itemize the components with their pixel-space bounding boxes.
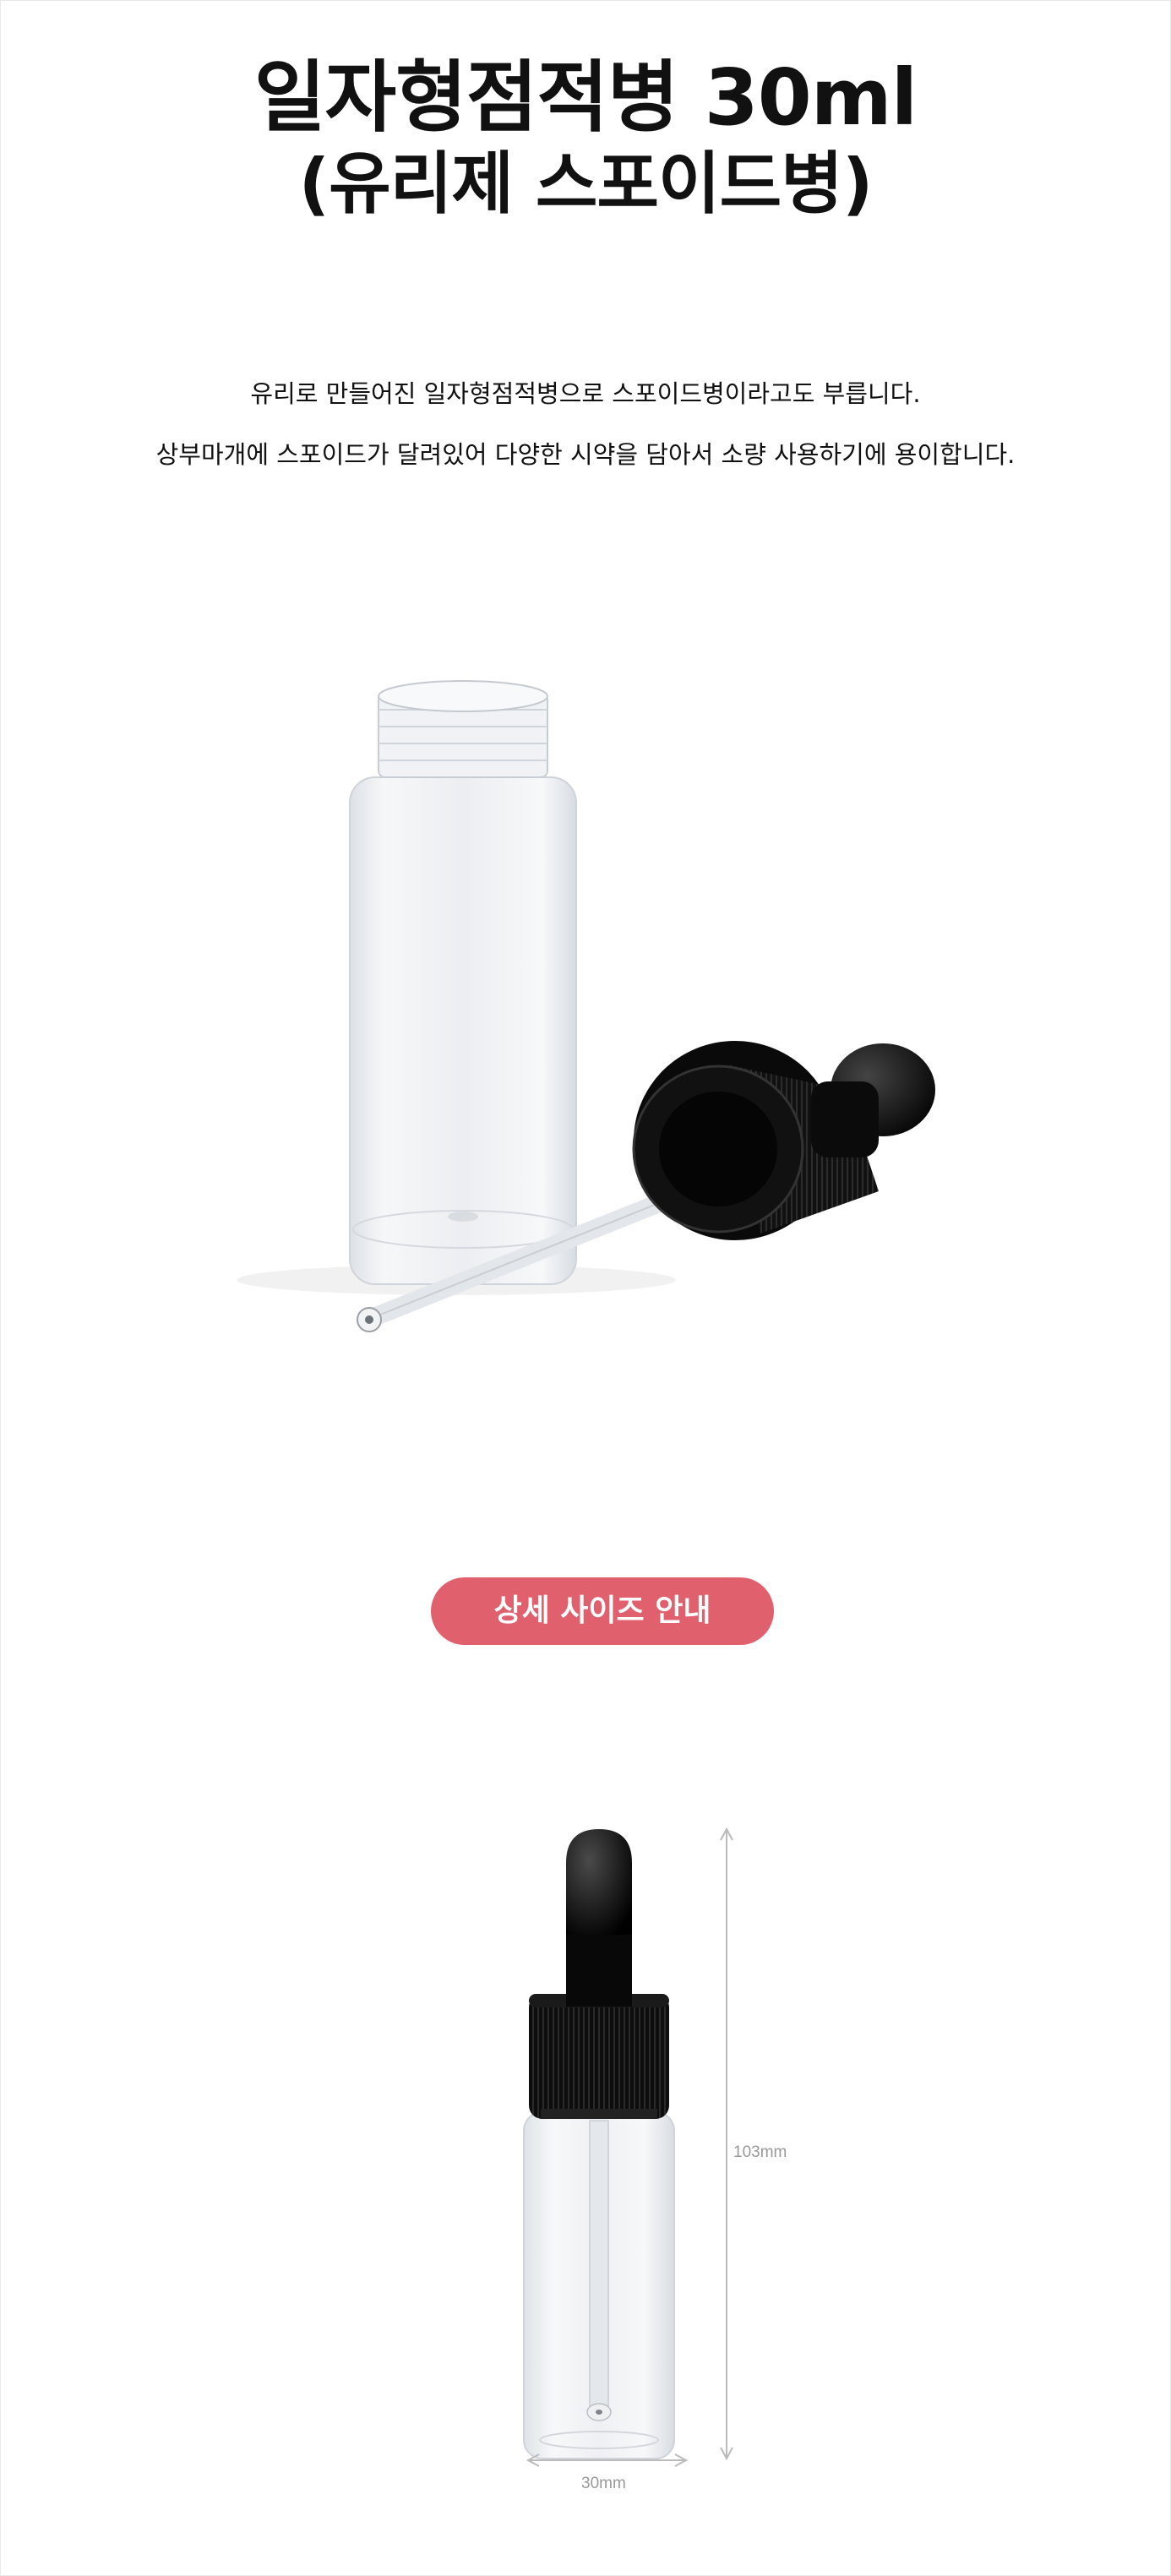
dropper-cap	[632, 1041, 935, 1240]
glass-bottle	[349, 680, 577, 1285]
size-guide-badge: 상세 사이즈 안내	[431, 1577, 774, 1645]
description-line-2: 상부마개에 스포이드가 달려있어 다양한 시약을 담아서 소량 사용하기에 용이…	[155, 440, 1016, 469]
description-line-1: 유리로 만들어진 일자형점적병으로 스포이드병이라고도 부릅니다.	[250, 379, 921, 408]
product-subtitle: (유리제 스포이드병)	[298, 144, 874, 223]
height-dimension-line	[720, 1827, 733, 2461]
size-diagram	[523, 1827, 733, 2467]
height-label: 103mm	[733, 2143, 787, 2161]
product-detail-page: 일자형점적병 30ml (유리제 스포이드병) 유리로 만들어진 일자형점적병으…	[0, 0, 1171, 2576]
width-label: 30mm	[581, 2475, 626, 2492]
product-title: 일자형점적병 30ml	[253, 52, 918, 143]
product-photo	[237, 680, 935, 1332]
assembled-bottle	[523, 1829, 675, 2459]
